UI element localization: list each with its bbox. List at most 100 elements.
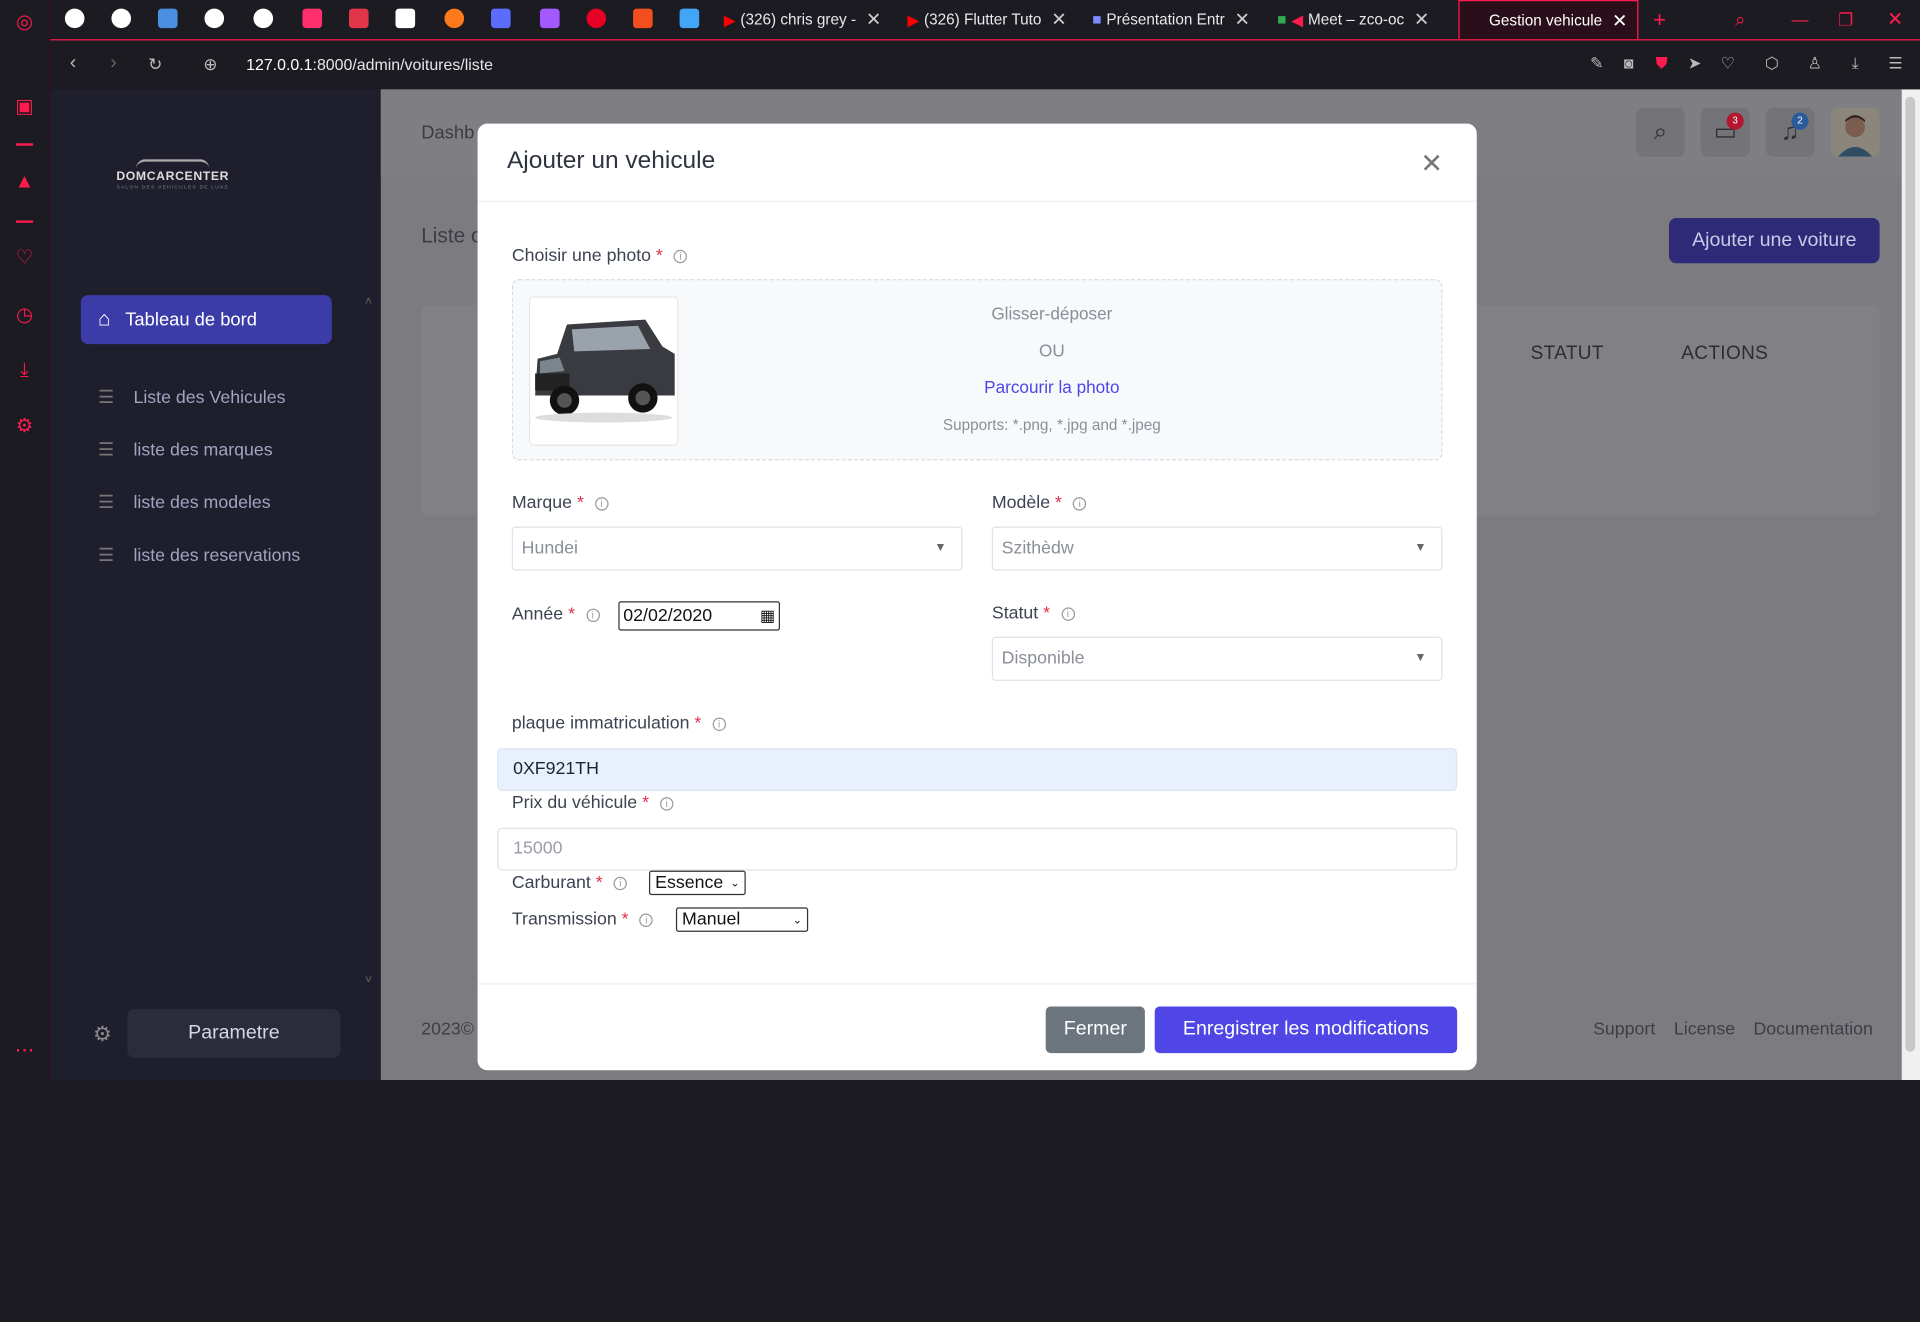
muted-icon[interactable]: ◀	[1291, 10, 1303, 29]
scroll-down-icon[interactable]: ˅	[365, 973, 372, 986]
scroll-up-icon[interactable]: ˄	[365, 295, 372, 308]
scrollbar-thumb[interactable]	[1905, 96, 1916, 1052]
info-icon[interactable]: i	[1072, 497, 1087, 511]
close-icon[interactable]: ✕	[1612, 9, 1627, 31]
plaque-input[interactable]: 0XF921TH	[497, 748, 1458, 792]
tab-favicon-icon[interactable]	[157, 8, 178, 29]
annee-date-input[interactable]: 02/02/2020 ▦	[618, 601, 781, 631]
briefcase-icon[interactable]: ▣	[13, 97, 35, 119]
list-icon: ☰	[97, 546, 114, 566]
easy-setup-icon[interactable]: ☰	[1886, 54, 1906, 74]
bell-icon[interactable]: ♫	[1765, 107, 1815, 157]
tab-favicon-icon[interactable]	[111, 8, 132, 29]
browse-photo-link[interactable]: Parcourir la photo	[587, 377, 1477, 397]
close-icon[interactable]: ✕	[1420, 148, 1443, 180]
settings-icon[interactable]: ⚙	[13, 416, 35, 438]
close-icon[interactable]: ✕	[866, 9, 881, 31]
close-button[interactable]: Fermer	[1045, 1006, 1145, 1054]
close-icon[interactable]: ✕	[1414, 9, 1429, 31]
tab-favicon-icon[interactable]	[348, 8, 369, 29]
photo-dropzone[interactable]: Glisser-déposer OU Parcourir la photo Su…	[511, 279, 1443, 461]
info-icon[interactable]: i	[586, 608, 600, 623]
gear-icon[interactable]: ⚙	[93, 1022, 112, 1046]
modele-select[interactable]: Szithèdw ▼	[991, 526, 1443, 571]
search-icon[interactable]: ⌕	[1635, 107, 1685, 157]
tab-favicon-icon[interactable]	[395, 8, 416, 29]
new-tab-icon[interactable]: +	[1653, 0, 1666, 39]
tab-youtube-2[interactable]: ▶ (326) Flutter Tuto ✕	[907, 0, 1085, 39]
close-icon[interactable]: ✕	[1234, 9, 1249, 31]
sidebar-item-vehicules[interactable]: ☰ Liste des Vehicules	[98, 388, 286, 408]
info-icon[interactable]: i	[673, 249, 688, 264]
opera-logo-icon[interactable]: ◎	[13, 12, 35, 34]
adblock-shield-icon[interactable]: ⛊	[1652, 54, 1672, 74]
chevron-down-icon: ▼	[1414, 651, 1427, 665]
window-close-icon[interactable]: ✕	[1887, 0, 1903, 39]
info-icon[interactable]: i	[639, 913, 654, 927]
info-icon[interactable]: i	[613, 876, 628, 891]
profile-icon[interactable]: ♙	[1805, 54, 1825, 74]
sidebar-divider	[15, 220, 34, 223]
info-icon[interactable]: i	[712, 717, 726, 732]
reload-icon[interactable]: ↻	[148, 54, 162, 75]
tab-favicon-icon[interactable]	[64, 8, 85, 29]
history-icon[interactable]: ◷	[13, 305, 35, 327]
tab-favicon-icon[interactable]	[679, 8, 700, 29]
messages-icon[interactable]: ▭	[1700, 107, 1750, 157]
sidebar-item-marques[interactable]: ☰ liste des marques	[98, 441, 273, 461]
tab-favicon-icon[interactable]	[444, 8, 465, 29]
tab-favicon-icon[interactable]	[204, 8, 225, 29]
sidebar-item-dashboard[interactable]: ⌂ Tableau de bord	[80, 295, 332, 345]
transmission-select[interactable]: Manuel ⌄	[675, 907, 809, 932]
page-scrollbar[interactable]	[1901, 89, 1920, 1081]
modele-value: Szithèdw	[1001, 538, 1074, 559]
calendar-icon[interactable]: ▦	[760, 602, 775, 629]
tab-meet[interactable]: ■ ◀ Meet – zco-oc ✕	[1277, 0, 1455, 39]
breadcrumb[interactable]: Dashb	[421, 122, 474, 143]
tab-presentation[interactable]: ■ Présentation Entr ✕	[1092, 0, 1270, 39]
tab-favicon-icon[interactable]	[633, 8, 653, 29]
bookmark-heart-icon[interactable]: ♡	[1718, 54, 1738, 74]
info-icon[interactable]: i	[1061, 607, 1075, 621]
downloads-icon[interactable]: ⤓	[1845, 54, 1865, 74]
statut-select[interactable]: Disponible ▼	[991, 636, 1443, 681]
minimize-icon[interactable]: —	[1791, 0, 1808, 39]
avatar[interactable]	[1830, 107, 1880, 157]
site-info-icon[interactable]: ⊕	[203, 54, 217, 75]
restore-icon[interactable]: ❐	[1838, 0, 1853, 39]
tab-favicon-icon[interactable]	[540, 8, 560, 29]
footer-link-license[interactable]: License	[1674, 1020, 1735, 1040]
save-button[interactable]: Enregistrer les modifications	[1154, 1006, 1458, 1054]
tab-favicon-icon[interactable]	[586, 8, 607, 29]
add-car-button[interactable]: Ajouter une voiture	[1668, 217, 1880, 264]
tab-favicon-icon[interactable]	[302, 8, 323, 29]
aria-icon[interactable]: ▲	[13, 171, 35, 193]
logo[interactable]: DOMCARCENTER SALON DES VEHICULES DE LUXE	[116, 159, 229, 190]
info-icon[interactable]: i	[660, 797, 674, 811]
url-field[interactable]: 127.0.0.1:8000/admin/voitures/liste	[246, 55, 493, 73]
tab-favicon-icon[interactable]	[491, 8, 511, 29]
tab-youtube-1[interactable]: ▶ (326) chris grey - ✕	[724, 0, 902, 39]
info-icon[interactable]: i	[594, 497, 609, 511]
settings-button[interactable]: Parametre	[127, 1008, 341, 1058]
camera-icon[interactable]: ◙	[1619, 54, 1639, 74]
sidebar-item-reservations[interactable]: ☰ liste des reservations	[98, 546, 300, 566]
heart-icon[interactable]: ♡	[13, 247, 35, 269]
footer-link-support[interactable]: Support	[1593, 1020, 1655, 1040]
carburant-select[interactable]: Essence ⌄	[648, 870, 746, 896]
extensions-icon[interactable]: ⬡	[1762, 54, 1782, 74]
marque-select[interactable]: Hundei ▼	[511, 526, 963, 571]
download-icon[interactable]: ⤓	[13, 360, 35, 382]
prix-input[interactable]: 15000	[497, 827, 1458, 871]
close-icon[interactable]: ✕	[1051, 9, 1066, 31]
tab-search-icon[interactable]: ⌕	[1735, 0, 1745, 39]
sidebar-item-modeles[interactable]: ☰ liste des modeles	[98, 493, 271, 513]
back-icon[interactable]: ‹	[70, 53, 77, 75]
more-icon[interactable]: ⋯	[13, 1041, 35, 1063]
tab-favicon-icon[interactable]	[253, 8, 274, 29]
send-icon[interactable]: ➤	[1685, 54, 1705, 74]
edit-icon[interactable]: ✎	[1587, 54, 1607, 74]
tab-gestion-vehicule[interactable]: Gestion vehicule ✕	[1458, 0, 1639, 40]
footer-link-documentation[interactable]: Documentation	[1753, 1020, 1872, 1040]
forward-icon[interactable]: ›	[110, 53, 117, 75]
